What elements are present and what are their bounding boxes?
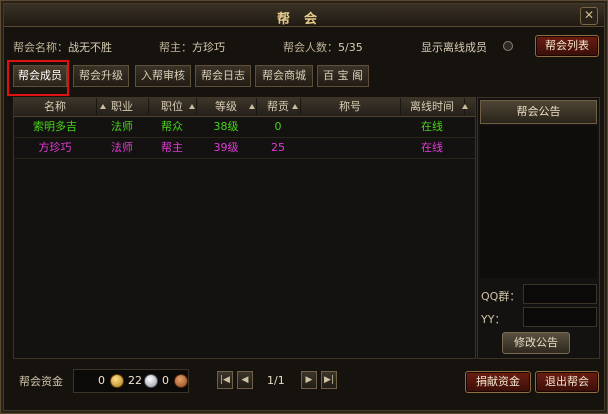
member-table: 名称 职业 职位 等级 帮贡 称号 离线时间 索明多吉 法师 帮众 38级 0 … [13, 97, 476, 359]
edit-announcement-button[interactable]: 修改公告 [502, 332, 570, 354]
member-class: 法师 [111, 120, 133, 133]
leader-value: 方珍巧 [192, 41, 225, 54]
member-contribution: 25 [271, 141, 285, 154]
member-level: 38级 [213, 120, 239, 133]
column-header-level[interactable]: 等级 [196, 98, 257, 116]
table-row[interactable]: 索明多吉 法师 帮众 38级 0 在线 [14, 117, 475, 138]
guild-name-label: 帮会名称： [13, 41, 68, 54]
guild-leader-info: 帮主：方珍巧 [159, 39, 225, 55]
member-offline-status: 在线 [421, 141, 443, 154]
column-header-title[interactable]: 称号 [300, 98, 401, 116]
announcement-text [480, 126, 597, 278]
scroll-up-icon[interactable] [462, 104, 468, 109]
gold-amount: 0 [98, 374, 105, 387]
column-header-offline-time[interactable]: 离线时间 [400, 98, 465, 116]
member-offline-status: 在线 [421, 120, 443, 133]
member-level: 39级 [213, 141, 239, 154]
guild-window: 帮会 ✕ 帮会名称：战无不胜 帮主：方珍巧 帮会人数：5/35 显示离线成员 帮… [0, 0, 608, 414]
show-offline-label: 显示离线成员 [421, 41, 487, 54]
guild-name-info: 帮会名称：战无不胜 [13, 39, 112, 55]
table-header: 名称 职业 职位 等级 帮贡 称号 离线时间 [14, 98, 475, 117]
guild-name-value: 战无不胜 [68, 41, 112, 54]
member-name: 方珍巧 [38, 141, 72, 154]
announcement-header: 帮会公告 [480, 100, 597, 124]
column-header-class[interactable]: 职业 [96, 98, 149, 116]
funds-label: 帮会资金 [19, 375, 63, 388]
member-title [300, 117, 400, 137]
guild-info-bar: 帮会名称：战无不胜 帮主：方珍巧 帮会人数：5/35 显示离线成员 [1, 35, 607, 57]
member-contribution: 0 [274, 120, 282, 133]
funds-box: 0 22 0 [73, 369, 189, 393]
gold-coin-icon [110, 374, 124, 388]
sort-icon[interactable] [292, 104, 298, 109]
yy-field [523, 307, 597, 327]
member-title [300, 138, 400, 158]
member-count-value: 5/35 [338, 41, 363, 54]
member-count-label: 帮会人数： [283, 41, 338, 54]
copper-coin-icon [174, 374, 188, 388]
donate-funds-button[interactable]: 捐献资金 [465, 371, 531, 393]
member-count-info: 帮会人数：5/35 [283, 39, 363, 55]
table-row[interactable]: 方珍巧 法师 帮主 39级 25 在线 [14, 138, 475, 159]
title-bar[interactable]: 帮会 ✕ [4, 4, 604, 27]
yy-label: YY： [481, 313, 506, 326]
next-page-icon[interactable]: ▶ [301, 371, 317, 389]
member-position: 帮众 [161, 120, 183, 133]
sort-icon[interactable] [189, 104, 195, 109]
silver-amount: 22 [128, 374, 142, 387]
leave-guild-button[interactable]: 退出帮会 [535, 371, 599, 393]
guild-list-button[interactable]: 帮会列表 [535, 35, 599, 57]
active-tab-highlight [7, 60, 69, 96]
sort-icon[interactable] [249, 104, 255, 109]
last-page-icon[interactable]: ▶| [321, 371, 337, 389]
close-icon[interactable]: ✕ [580, 7, 598, 25]
prev-page-icon[interactable]: ◀ [237, 371, 253, 389]
tab-shop[interactable]: 帮会商城 [255, 65, 313, 87]
qq-label: QQ群： [481, 290, 521, 303]
tab-upgrade[interactable]: 帮会升级 [73, 65, 129, 87]
tab-join-review[interactable]: 入帮审核 [135, 65, 191, 87]
copper-amount: 0 [162, 374, 169, 387]
tab-treasure[interactable]: 百 宝 阁 [317, 65, 369, 87]
silver-coin-icon [144, 374, 158, 388]
show-offline-toggle[interactable] [503, 41, 513, 51]
member-name: 索明多吉 [33, 120, 77, 133]
leader-label: 帮主： [159, 41, 192, 54]
first-page-icon[interactable]: |◀ [217, 371, 233, 389]
qq-field [523, 284, 597, 304]
member-position: 帮主 [161, 141, 183, 154]
member-class: 法师 [111, 141, 133, 154]
column-header-name[interactable]: 名称 [14, 98, 97, 116]
tab-log[interactable]: 帮会日志 [195, 65, 251, 87]
announcement-panel: 帮会公告 QQ群： YY： 修改公告 [477, 97, 600, 359]
window-title: 帮会 [276, 12, 331, 27]
page-indicator: 1/1 [267, 374, 285, 387]
